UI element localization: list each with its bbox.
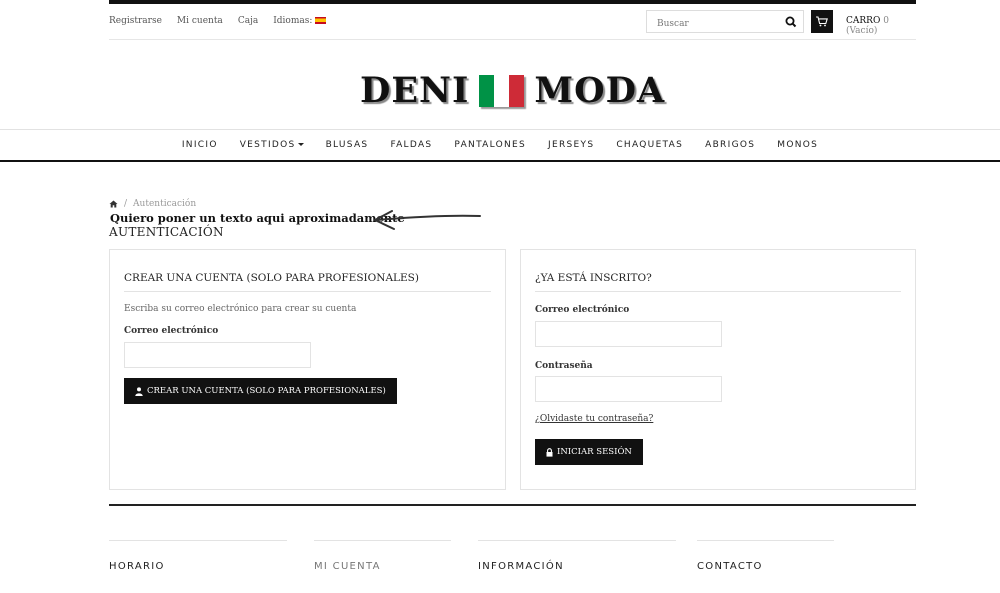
- annotation-text: Quiero poner un texto aqui aproximadamen…: [110, 211, 405, 225]
- main-nav: INICIO VESTIDOS BLUSAS FALDAS PANTALONES…: [0, 129, 1000, 162]
- cart-label: CARRO: [846, 16, 881, 26]
- flag-stripe-green: [479, 74, 495, 107]
- footer-col-mi-cuenta: MI CUENTA: [314, 540, 451, 572]
- create-account-panel: CREAR UNA CUENTA (SOLO PARA PROFESIONALE…: [109, 249, 506, 490]
- nav-item-jerseys[interactable]: JERSEYS: [548, 140, 594, 150]
- nav-item-abrigos[interactable]: ABRIGOS: [705, 140, 755, 150]
- login-title: ¿YA ESTÁ INSCRITO?: [535, 272, 901, 292]
- footer-col-horario: HORARIO: [109, 540, 287, 572]
- login-panel: ¿YA ESTÁ INSCRITO? Correo electrónico Co…: [520, 249, 916, 490]
- search-box: [646, 10, 804, 35]
- footer-col-contacto: CONTACTO: [697, 540, 834, 572]
- cart-summary[interactable]: CARRO 0 (Vacío): [846, 16, 916, 36]
- footer-heading-mi-cuenta[interactable]: MI CUENTA: [314, 561, 381, 572]
- logo-text-left: DENI: [360, 70, 470, 111]
- nav-item-monos[interactable]: MONOS: [777, 140, 818, 150]
- user-icon: [135, 386, 143, 396]
- logo-text-right: MODA: [534, 70, 666, 111]
- create-email-label: Correo electrónico: [124, 326, 219, 336]
- nav-item-inicio[interactable]: INICIO: [182, 140, 218, 150]
- account-links: Registrarse Mi cuenta Caja Idiomas:: [109, 16, 341, 26]
- lock-icon: [546, 447, 553, 457]
- create-account-title: CREAR UNA CUENTA (SOLO PARA PROFESIONALE…: [124, 272, 491, 292]
- page-title: AUTENTICACIÓN: [109, 225, 224, 239]
- caret-down-icon: [297, 143, 304, 146]
- language-selector[interactable]: Idiomas:: [273, 16, 327, 26]
- home-icon[interactable]: [109, 200, 118, 208]
- language-label: Idiomas:: [273, 16, 313, 26]
- site-logo[interactable]: DENI MODA: [360, 70, 665, 111]
- login-button[interactable]: INICIAR SESIÓN: [535, 439, 643, 465]
- footer-rule: [109, 504, 916, 506]
- italy-flag-icon: [479, 74, 525, 107]
- nav-item-pantalones[interactable]: PANTALONES: [454, 140, 526, 150]
- footer-heading-horario: HORARIO: [109, 561, 165, 572]
- footer-col-informacion: INFORMACIÓN: [478, 540, 676, 572]
- nav-item-chaquetas[interactable]: CHAQUETAS: [616, 140, 683, 150]
- nav-item-vestidos[interactable]: VESTIDOS: [240, 140, 304, 150]
- create-account-description: Escriba su correo electrónico para crear…: [124, 304, 357, 314]
- breadcrumb-current: Autenticación: [133, 199, 197, 209]
- flag-stripe-white: [494, 74, 510, 107]
- top-bar: Registrarse Mi cuenta Caja Idiomas: CARR…: [109, 4, 916, 40]
- login-button-label: INICIAR SESIÓN: [557, 447, 632, 457]
- login-email-field[interactable]: [535, 321, 722, 347]
- create-email-field[interactable]: [124, 342, 311, 368]
- create-account-button[interactable]: CREAR UNA CUENTA (SOLO PARA PROFESIONALE…: [124, 378, 397, 404]
- my-account-link[interactable]: Mi cuenta: [177, 16, 223, 26]
- spain-flag-icon: [315, 17, 327, 24]
- arrow-left-icon: [374, 210, 481, 230]
- checkout-link[interactable]: Caja: [238, 16, 258, 26]
- breadcrumb: / Autenticación: [109, 199, 196, 209]
- breadcrumb-separator: /: [124, 199, 128, 209]
- password-field[interactable]: [535, 376, 722, 402]
- login-email-label: Correo electrónico: [535, 305, 630, 315]
- footer-heading-informacion: INFORMACIÓN: [478, 561, 564, 572]
- footer-heading-contacto: CONTACTO: [697, 561, 763, 572]
- password-label: Contraseña: [535, 361, 593, 371]
- search-input[interactable]: [647, 13, 777, 35]
- flag-stripe-red: [509, 74, 525, 107]
- create-account-button-label: CREAR UNA CUENTA (SOLO PARA PROFESIONALE…: [147, 386, 386, 396]
- register-link[interactable]: Registrarse: [109, 16, 162, 26]
- cart-icon[interactable]: [811, 10, 833, 33]
- search-icon[interactable]: [783, 14, 799, 30]
- forgot-password-link[interactable]: ¿Olvidaste tu contraseña?: [535, 414, 653, 424]
- nav-item-vestidos-label: VESTIDOS: [239, 140, 296, 150]
- nav-item-faldas[interactable]: FALDAS: [390, 140, 432, 150]
- nav-item-blusas[interactable]: BLUSAS: [326, 140, 369, 150]
